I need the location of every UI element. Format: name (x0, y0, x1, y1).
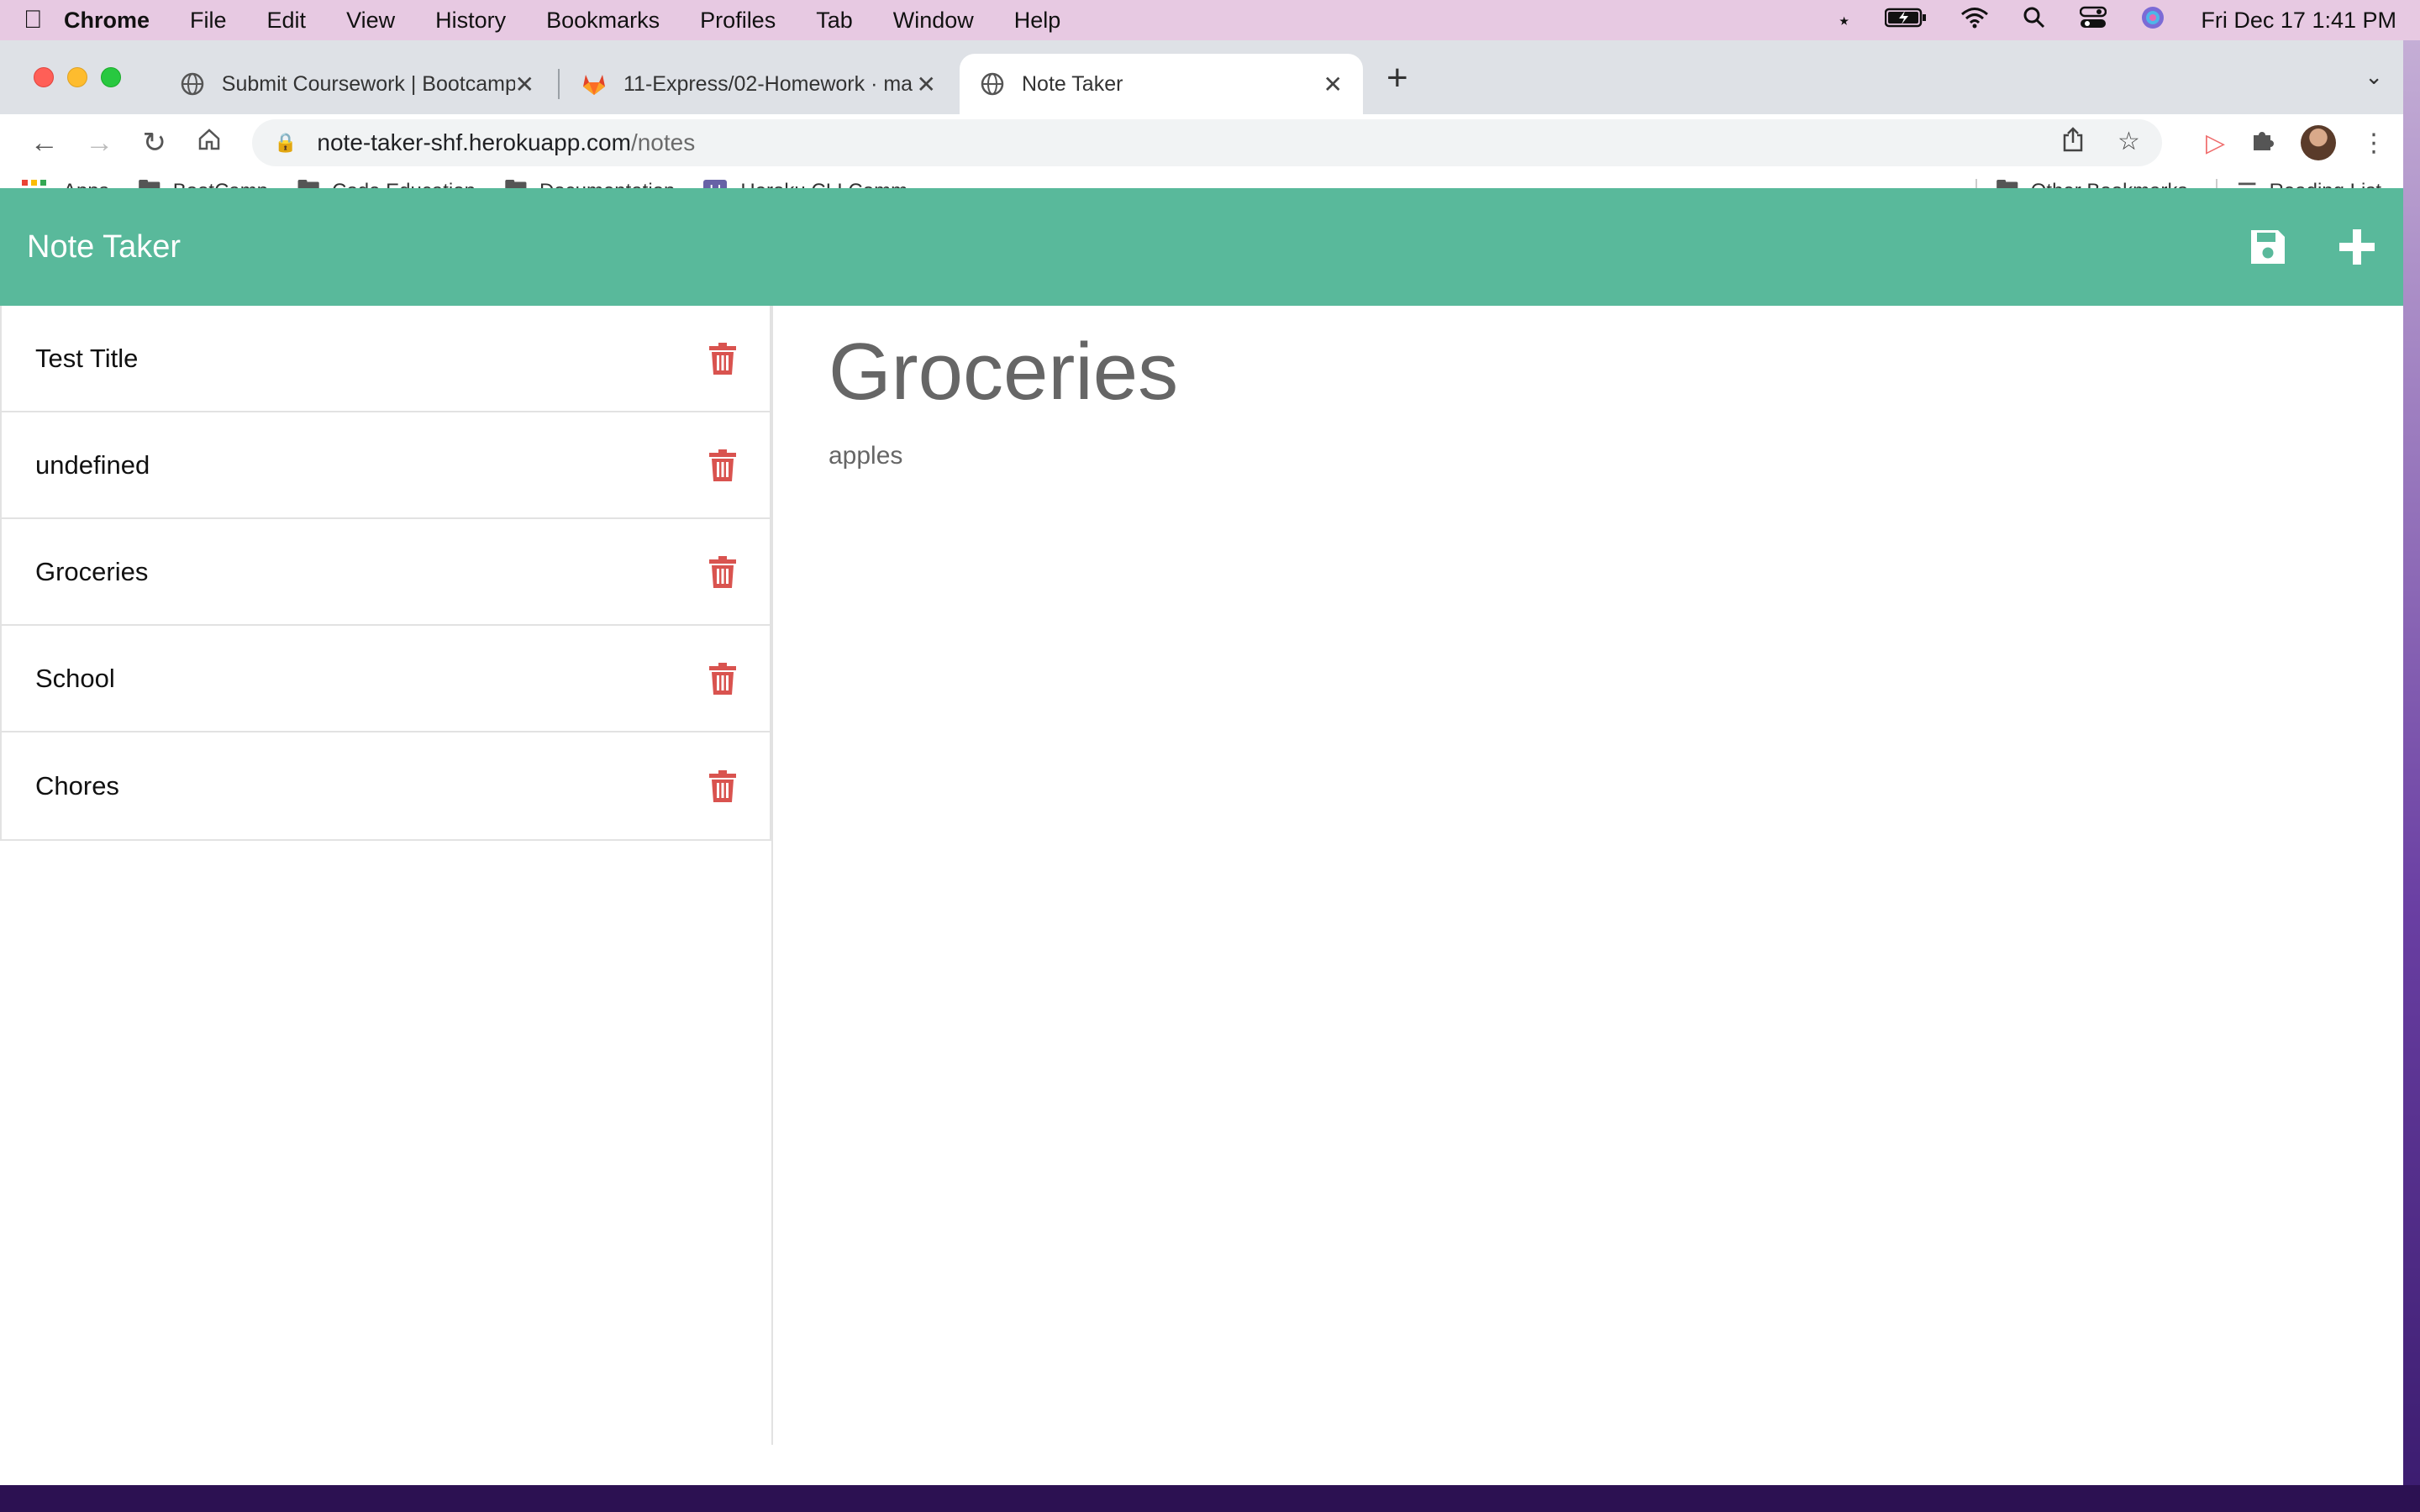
macos-menubar:  Chrome File Edit View History Bookmark… (0, 0, 2420, 40)
note-text-area[interactable]: apples (829, 442, 2348, 470)
bookmark-star-icon[interactable]: ☆ (2118, 127, 2140, 159)
menubar-clock[interactable]: Fri Dec 17 1:41 PM (2201, 8, 2396, 34)
note-editor: Groceries apples (773, 306, 2403, 1445)
tab-title: Submit Coursework | Bootcamp (221, 71, 515, 96)
delete-trash-icon[interactable] (709, 342, 736, 375)
siri-icon[interactable] (2140, 5, 2165, 36)
chrome-menu-icon[interactable]: ⋮ (2361, 129, 2386, 158)
close-tab-icon[interactable]: ✕ (515, 71, 534, 98)
new-note-plus-icon[interactable] (2338, 228, 2376, 266)
note-list-item[interactable]: Groceries (2, 519, 770, 626)
new-tab-button[interactable]: + (1386, 57, 1408, 99)
notes-sidebar: Test Title undefined Groceries School Ch… (0, 306, 773, 1445)
apple-icon[interactable]:  (24, 6, 64, 34)
menu-history[interactable]: History (435, 8, 506, 34)
close-window-button[interactable] (34, 67, 54, 87)
lock-icon[interactable]: 🔒 (274, 132, 297, 154)
tab-title: 11-Express/02-Homework · ma (623, 71, 913, 96)
menu-window[interactable]: Window (893, 8, 974, 34)
menubar-status: ⋆ Fri Dec 17 1:41 PM (1803, 5, 2396, 36)
tab-separator (558, 69, 560, 99)
window-controls (34, 67, 134, 87)
note-taker-app: Note Taker Test Title undefined Grocerie… (0, 188, 2403, 1445)
globe-icon (980, 71, 1005, 97)
delete-trash-icon[interactable] (709, 555, 736, 588)
minimize-window-button[interactable] (67, 67, 87, 87)
wifi-icon[interactable] (1960, 7, 1989, 34)
tab-search-chevron-icon[interactable]: ⌄ (2365, 64, 2383, 90)
home-icon[interactable] (182, 127, 238, 160)
spotlight-search-icon[interactable] (2023, 6, 2046, 35)
url-path: /notes (630, 129, 696, 155)
tab-strip: Submit Coursework | Bootcamp ✕ 11-Expres… (0, 40, 2403, 114)
gitlab-icon (581, 71, 607, 97)
save-note-icon[interactable] (2249, 228, 2287, 266)
delete-trash-icon[interactable] (709, 769, 736, 802)
cast-extension-icon[interactable]: ▷ (2206, 129, 2225, 158)
note-title: School (35, 663, 115, 693)
globe-icon (180, 71, 205, 97)
note-list-item[interactable]: Test Title (2, 306, 770, 412)
extensions-puzzle-icon[interactable] (2250, 127, 2275, 159)
battery-icon[interactable] (1885, 7, 1927, 34)
tab-submit-coursework[interactable]: Submit Coursework | Bootcamp ✕ (160, 54, 555, 114)
app-content: Test Title undefined Groceries School Ch… (0, 306, 2403, 1445)
menu-edit[interactable]: Edit (267, 8, 307, 34)
forward-arrow-icon[interactable]: → (72, 127, 128, 160)
note-title-input[interactable]: Groceries (829, 326, 2348, 418)
browser-toolbar: ← → ↻ 🔒 note-taker-shf.herokuapp.com/not… (0, 114, 2403, 171)
note-list-item[interactable]: undefined (2, 412, 770, 519)
app-brand[interactable]: Note Taker (27, 229, 181, 265)
menu-file[interactable]: File (190, 8, 227, 34)
notes-list: Test Title undefined Groceries School Ch… (0, 306, 771, 841)
menu-view[interactable]: View (346, 8, 395, 34)
address-bar[interactable]: 🔒 note-taker-shf.herokuapp.com/notes ☆ (252, 119, 2162, 166)
menu-help[interactable]: Help (1014, 8, 1061, 34)
desktop-background (0, 1485, 2420, 1512)
profile-avatar[interactable] (2301, 125, 2337, 160)
url-host: note-taker-shf.herokuapp.com (317, 129, 631, 155)
note-title: Test Title (35, 343, 139, 373)
delete-trash-icon[interactable] (709, 662, 736, 695)
note-title: undefined (35, 449, 150, 480)
maximize-window-button[interactable] (101, 67, 121, 87)
bluetooth-icon[interactable]: ⋆ (1837, 7, 1852, 34)
control-center-icon[interactable] (2080, 6, 2107, 35)
app-navbar: Note Taker (0, 188, 2403, 306)
reload-icon[interactable]: ↻ (127, 126, 182, 160)
note-list-item[interactable]: Chores (2, 732, 770, 839)
note-title: Groceries (35, 556, 149, 586)
close-tab-icon[interactable]: ✕ (917, 71, 936, 98)
note-list-item[interactable]: School (2, 626, 770, 732)
share-icon[interactable] (2062, 127, 2084, 159)
tab-gitlab-homework[interactable]: 11-Express/02-Homework · ma ✕ (561, 54, 956, 114)
close-tab-icon[interactable]: ✕ (1323, 71, 1343, 98)
note-title: Chores (35, 770, 119, 801)
tab-title: Note Taker (1022, 71, 1123, 96)
menu-tab[interactable]: Tab (816, 8, 853, 34)
menu-profiles[interactable]: Profiles (700, 8, 776, 34)
back-arrow-icon[interactable]: ← (17, 127, 72, 160)
menu-bookmarks[interactable]: Bookmarks (546, 8, 660, 34)
menu-chrome[interactable]: Chrome (64, 8, 150, 34)
tab-note-taker[interactable]: Note Taker ✕ (960, 54, 1363, 114)
delete-trash-icon[interactable] (709, 449, 736, 481)
